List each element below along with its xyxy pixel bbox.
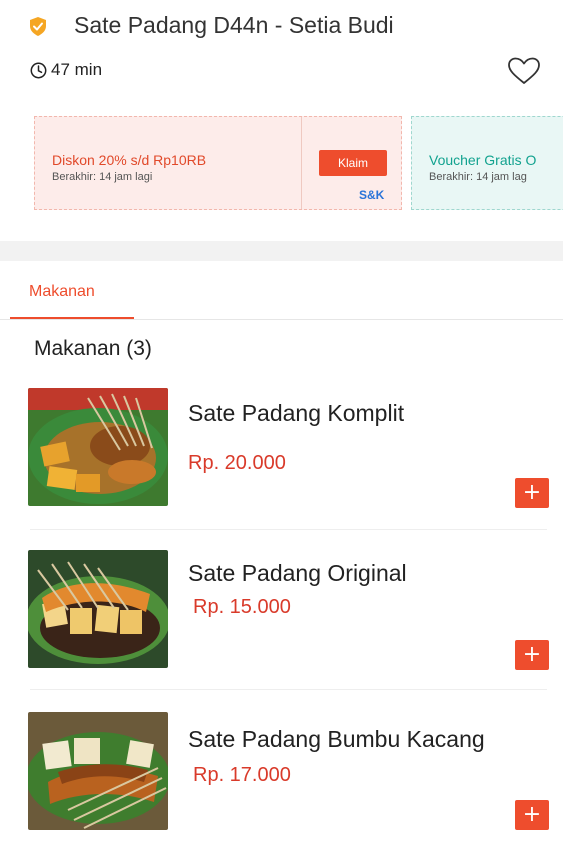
food-price: Rp. 15.000: [193, 596, 291, 618]
voucher-title: Diskon 20% s/d Rp10RB: [52, 152, 207, 168]
claim-button[interactable]: Klaim: [319, 150, 387, 176]
food-name: Sate Padang Original: [188, 560, 407, 586]
delivery-time: 47 min: [30, 60, 102, 80]
category-tabs: Makanan: [0, 261, 563, 320]
add-to-cart-button[interactable]: +: [515, 800, 549, 830]
food-price: Rp. 17.000: [193, 764, 291, 786]
voucher-expiry: Berakhir: 14 jam lagi: [52, 171, 153, 183]
heart-outline-icon[interactable]: [506, 56, 542, 86]
food-image[interactable]: [28, 712, 168, 830]
food-name: Sate Padang Bumbu Kacang: [188, 726, 485, 752]
section-title: Makanan (3): [34, 337, 152, 360]
voucher-expiry: Berakhir: 14 jam lag: [429, 171, 527, 183]
free-shipping-voucher[interactable]: Voucher Gratis O Berakhir: 14 jam lag: [411, 116, 563, 210]
food-name: Sate Padang Komplit: [188, 400, 405, 426]
menu-item[interactable]: Sate Padang Bumbu Kacang Rp. 17.000 +: [0, 690, 563, 850]
add-to-cart-button[interactable]: +: [515, 640, 549, 670]
store-name: Sate Padang D44n - Setia Budi: [74, 12, 394, 38]
voucher-carousel[interactable]: Diskon 20% s/d Rp10RB Berakhir: 14 jam l…: [0, 113, 563, 213]
tab-label: Makanan: [29, 283, 95, 300]
shield-badge-icon: [30, 17, 46, 36]
voucher-title: Voucher Gratis O: [429, 152, 537, 168]
menu-item[interactable]: Sate Padang Original Rp. 15.000 +: [0, 530, 563, 690]
section-separator: [0, 241, 563, 261]
menu-item[interactable]: Sate Padang Komplit Rp. 20.000 +: [0, 370, 563, 530]
food-image[interactable]: [28, 550, 168, 668]
food-image[interactable]: [28, 388, 168, 506]
terms-link[interactable]: S&K: [359, 188, 384, 202]
delivery-time-text: 47 min: [51, 60, 103, 79]
clock-icon: [30, 62, 47, 78]
food-price: Rp. 20.000: [188, 452, 286, 474]
discount-voucher[interactable]: Diskon 20% s/d Rp10RB Berakhir: 14 jam l…: [34, 116, 402, 210]
tab-makanan[interactable]: Makanan: [10, 261, 134, 319]
store-header: Sate Padang D44n - Setia Budi 47 min: [0, 0, 563, 100]
voucher-divider: [301, 117, 302, 209]
add-to-cart-button[interactable]: +: [515, 478, 549, 508]
